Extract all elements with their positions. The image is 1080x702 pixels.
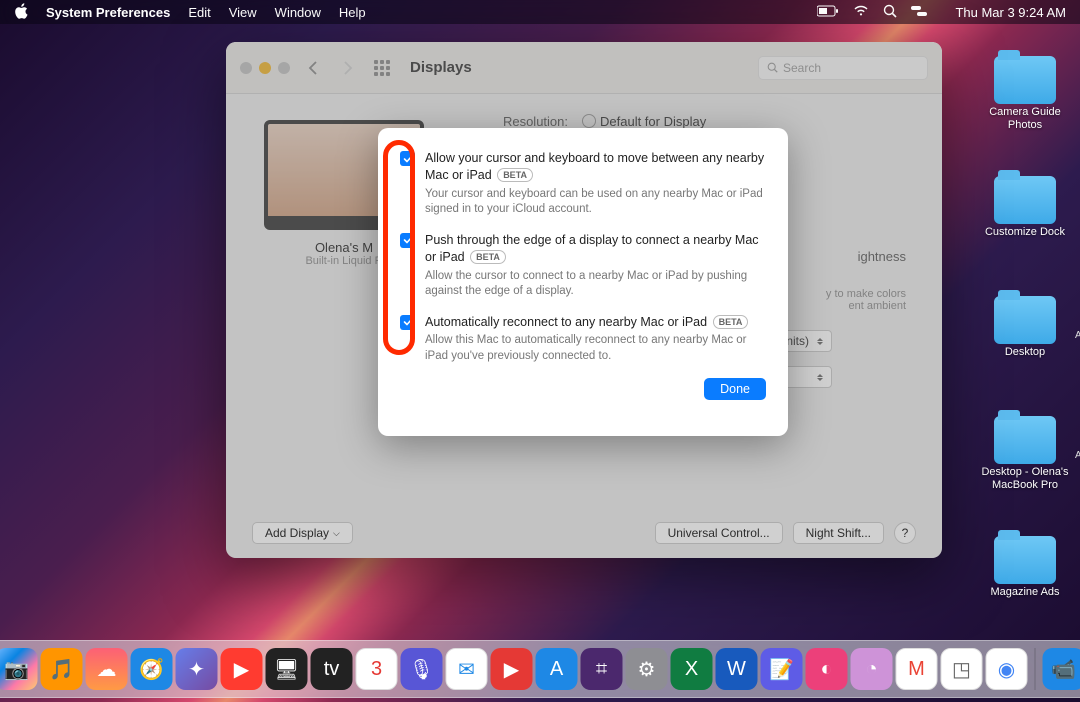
folder-label: Magazine Ads [990,586,1059,599]
dock-app-icon[interactable]: ◉ [986,648,1028,690]
universal-control-button[interactable]: Universal Control... [655,522,783,544]
battery-icon[interactable] [817,5,839,20]
done-button[interactable]: Done [704,378,766,400]
checkbox[interactable] [400,233,415,248]
dock-app-icon[interactable]: 🖥 [266,648,308,690]
dock-app-icon[interactable]: ⌗ [581,648,623,690]
desktop-folder[interactable]: Customize Dock [980,170,1070,239]
folder-icon [994,296,1056,344]
add-display-button[interactable]: Add Display ⌵ [252,522,353,544]
window-title: Displays [410,59,472,76]
help-button[interactable]: ? [894,522,916,544]
beta-badge: BETA [470,250,506,264]
universal-control-sheet: Allow your cursor and keyboard to move b… [378,128,788,436]
desktop-folder[interactable]: Desktop - Olena's MacBook ProAM [980,410,1070,492]
app-menu[interactable]: System Preferences [46,5,170,20]
night-shift-button[interactable]: Night Shift... [793,522,884,544]
dock-app-icon[interactable]: ☁︎ [86,648,128,690]
dock-app-icon[interactable]: ▶ [491,648,533,690]
dock-app-icon[interactable]: A [536,648,578,690]
desktop-folder[interactable]: DesktopAM [980,290,1070,359]
folder-icon [994,536,1056,584]
clock[interactable]: Thu Mar 3 9:24 AM [955,5,1066,20]
dock-app-icon[interactable]: ◳ [941,648,983,690]
forward-button[interactable] [334,56,362,80]
folder-label: Camera Guide Photos [980,106,1070,132]
resolution-label: Resolution: [464,114,568,129]
dock-app-icon[interactable]: 📹 [1043,648,1080,690]
dock-app-icon[interactable]: ◔ [851,648,893,690]
menu-help[interactable]: Help [339,5,366,20]
dock-app-icon[interactable]: ✦ [176,648,218,690]
sheet-option-row: Allow your cursor and keyboard to move b… [400,150,766,218]
back-button[interactable] [298,56,326,80]
chevron-down-icon: ⌵ [333,528,340,539]
checkbox[interactable] [400,151,415,166]
search-field[interactable]: Search [758,56,928,80]
menu-view[interactable]: View [229,5,257,20]
option-description: Allow this Mac to automatically reconnec… [425,333,766,364]
option-title: Allow your cursor and keyboard to move b… [425,151,764,182]
option-title: Automatically reconnect to any nearby Ma… [425,315,707,329]
dock-app-icon[interactable]: ▶ [221,648,263,690]
spotlight-icon[interactable] [883,4,897,21]
dock-app-icon[interactable]: ✉︎ [446,648,488,690]
checkbox[interactable] [400,315,415,330]
window-toolbar: Displays Search [226,42,942,94]
dock-app-icon[interactable]: X [671,648,713,690]
dock-separator [1035,648,1036,690]
option-description: Your cursor and keyboard can be used on … [425,187,766,218]
dock-app-icon[interactable]: ◐ [806,648,848,690]
dock-app-icon[interactable]: 📝 [761,648,803,690]
folder-label: Desktop - Olena's MacBook Pro [980,466,1070,492]
search-placeholder: Search [783,61,821,75]
zoom-button[interactable] [278,62,290,74]
folder-sublabel: AM [1075,330,1080,341]
dock-app-icon[interactable]: 3 [356,648,398,690]
wifi-icon[interactable] [853,5,869,20]
folder-icon [994,176,1056,224]
folder-icon [994,56,1056,104]
traffic-lights [240,62,290,74]
show-all-button[interactable] [370,56,394,80]
dock-app-icon[interactable]: M [896,648,938,690]
folder-label: Customize Dock [985,226,1065,239]
sheet-option-row: Push through the edge of a display to co… [400,232,766,300]
beta-badge: BETA [497,168,533,182]
menu-edit[interactable]: Edit [188,5,210,20]
menu-window[interactable]: Window [275,5,321,20]
folder-label: Desktop [1005,346,1045,359]
dock-app-icon[interactable]: W [716,648,758,690]
resolution-default-radio[interactable]: Default for Display [582,114,706,129]
dock-app-icon[interactable]: 🎵 [41,648,83,690]
option-description: Allow the cursor to connect to a nearby … [425,269,766,300]
control-center-icon[interactable] [911,5,927,20]
dock-app-icon[interactable]: 🎙 [401,648,443,690]
dock: 🙂▦💬📷🎵☁︎🧭✦▶🖥tv3🎙✉︎▶A⌗⚙︎XW📝◐◔M◳◉📹📁Aa🗑 [0,640,1080,698]
sheet-option-row: Automatically reconnect to any nearby Ma… [400,314,766,365]
desktop-background: System Preferences Edit View Window Help… [0,0,1080,702]
folder-icon [994,416,1056,464]
menu-bar: System Preferences Edit View Window Help… [0,0,1080,24]
apple-menu-icon[interactable] [14,3,28,22]
close-button[interactable] [240,62,252,74]
dock-app-icon[interactable]: ⚙︎ [626,648,668,690]
desktop-folder[interactable]: Magazine Ads [980,530,1070,599]
dock-app-icon[interactable]: 🧭 [131,648,173,690]
folder-sublabel: AM [1075,450,1080,461]
desktop-folder[interactable]: Camera Guide Photos [980,50,1070,132]
minimize-button[interactable] [259,62,271,74]
beta-badge: BETA [713,315,749,329]
dock-app-icon[interactable]: 📷 [0,648,38,690]
dock-app-icon[interactable]: tv [311,648,353,690]
